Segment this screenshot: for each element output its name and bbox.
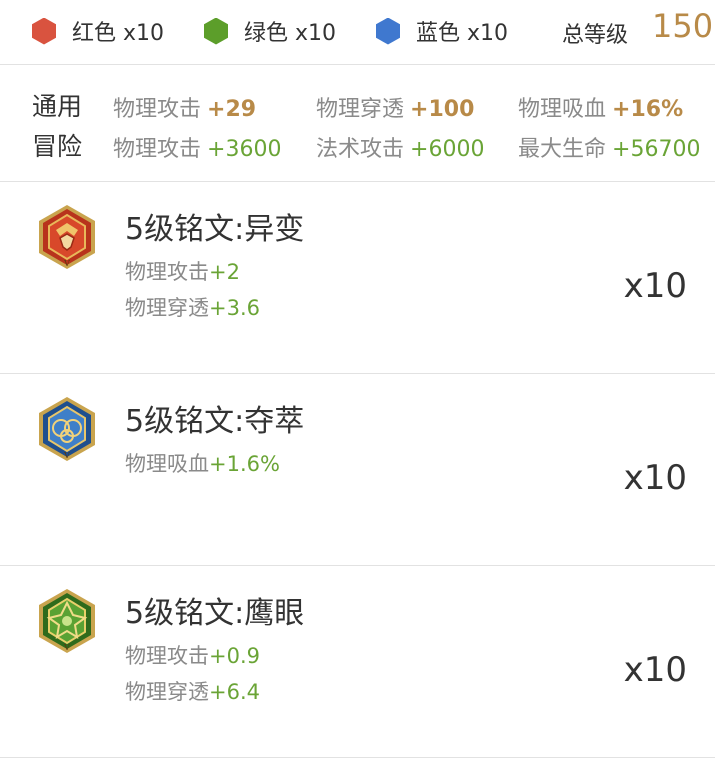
blue-rune-icon: V	[39, 397, 95, 461]
stat-value: +16%	[612, 97, 684, 122]
adventure-stats-row: 冒险 物理攻击 +3600 法术攻击 +6000 最大生命 +56700	[0, 127, 715, 167]
attr-name: 物理穿透	[125, 296, 209, 320]
general-stats-row: 通用 物理攻击 +29 物理穿透 +100 物理吸血 +16%	[0, 87, 715, 127]
stat-item: 法术攻击 +6000	[316, 131, 484, 163]
attr-name: 物理攻击	[125, 644, 209, 668]
attr-value: +3.6	[209, 296, 260, 320]
stat-value: +3600	[207, 137, 282, 162]
stat-name: 法术攻击	[316, 137, 405, 162]
rune-attribute: 物理穿透+6.4	[125, 676, 260, 706]
attr-name: 物理穿透	[125, 680, 209, 704]
stat-value: +100	[410, 97, 475, 122]
rune-name: 5级铭文:异变	[125, 212, 305, 247]
attr-name: 物理吸血	[125, 452, 209, 476]
attr-value: +0.9	[209, 644, 260, 668]
rune-summary-bar: 红色 x10 绿色 x10 蓝色 x10 总等级 150	[0, 0, 715, 65]
svg-text:V: V	[63, 259, 70, 268]
red-hexagon-icon	[32, 17, 56, 45]
svg-text:V: V	[63, 451, 70, 460]
rune-name: 5级铭文:鹰眼	[125, 596, 305, 631]
stat-name: 物理攻击	[113, 137, 202, 162]
svg-text:V: V	[63, 643, 70, 652]
rune-count: x10	[623, 266, 687, 306]
stat-value: +6000	[410, 137, 485, 162]
rune-attribute: 物理攻击+0.9	[125, 640, 260, 670]
general-category-label: 通用	[32, 92, 83, 121]
red-gem-summary: 红色 x10	[32, 15, 164, 47]
adventure-category-label: 冒险	[32, 132, 83, 161]
blue-gem-summary: 蓝色 x10	[376, 15, 508, 47]
stat-value: +56700	[612, 137, 701, 162]
stat-name: 物理攻击	[113, 97, 202, 122]
stat-item: 物理穿透 +100	[316, 91, 474, 123]
rune-name: 5级铭文:夺萃	[125, 404, 305, 439]
stat-value: +29	[207, 97, 257, 122]
attr-value: +1.6%	[209, 452, 280, 476]
stat-item: 物理攻击 +3600	[113, 131, 281, 163]
stat-name: 物理吸血	[518, 97, 607, 122]
green-gem-summary: 绿色 x10	[204, 15, 336, 47]
blue-hexagon-icon	[376, 17, 400, 45]
attr-value: +6.4	[209, 680, 260, 704]
total-level-label: 总等级	[562, 23, 629, 48]
total-level-value: 150	[652, 7, 714, 45]
rune-row[interactable]: V 5级铭文:夺萃 物理吸血+1.6% x10	[0, 374, 715, 566]
rune-attribute: 物理攻击+2	[125, 256, 240, 286]
rune-attribute: 物理穿透+3.6	[125, 292, 260, 322]
rune-row[interactable]: V 5级铭文:异变 物理攻击+2 物理穿透+3.6 x10	[0, 182, 715, 374]
stat-item: 物理攻击 +29	[113, 91, 256, 123]
rune-count: x10	[623, 458, 687, 498]
green-gem-count: 绿色 x10	[244, 21, 337, 46]
green-hexagon-icon	[204, 17, 228, 45]
red-rune-icon: V	[39, 205, 95, 269]
stat-item: 最大生命 +56700	[518, 131, 700, 163]
stat-name: 物理穿透	[316, 97, 405, 122]
blue-gem-count: 蓝色 x10	[416, 21, 509, 46]
rune-attribute: 物理吸血+1.6%	[125, 448, 280, 478]
stat-name: 最大生命	[518, 137, 607, 162]
attr-name: 物理攻击	[125, 260, 209, 284]
rune-row[interactable]: V 5级铭文:鹰眼 物理攻击+0.9 物理穿透+6.4 x10	[0, 566, 715, 758]
green-rune-icon: V	[39, 589, 95, 653]
stat-item: 物理吸血 +16%	[518, 91, 683, 123]
red-gem-count: 红色 x10	[72, 21, 165, 46]
attr-value: +2	[209, 260, 240, 284]
rune-count: x10	[623, 650, 687, 690]
stat-bonus-panel: 通用 物理攻击 +29 物理穿透 +100 物理吸血 +16% 冒险 物理攻击 +360…	[0, 65, 715, 182]
